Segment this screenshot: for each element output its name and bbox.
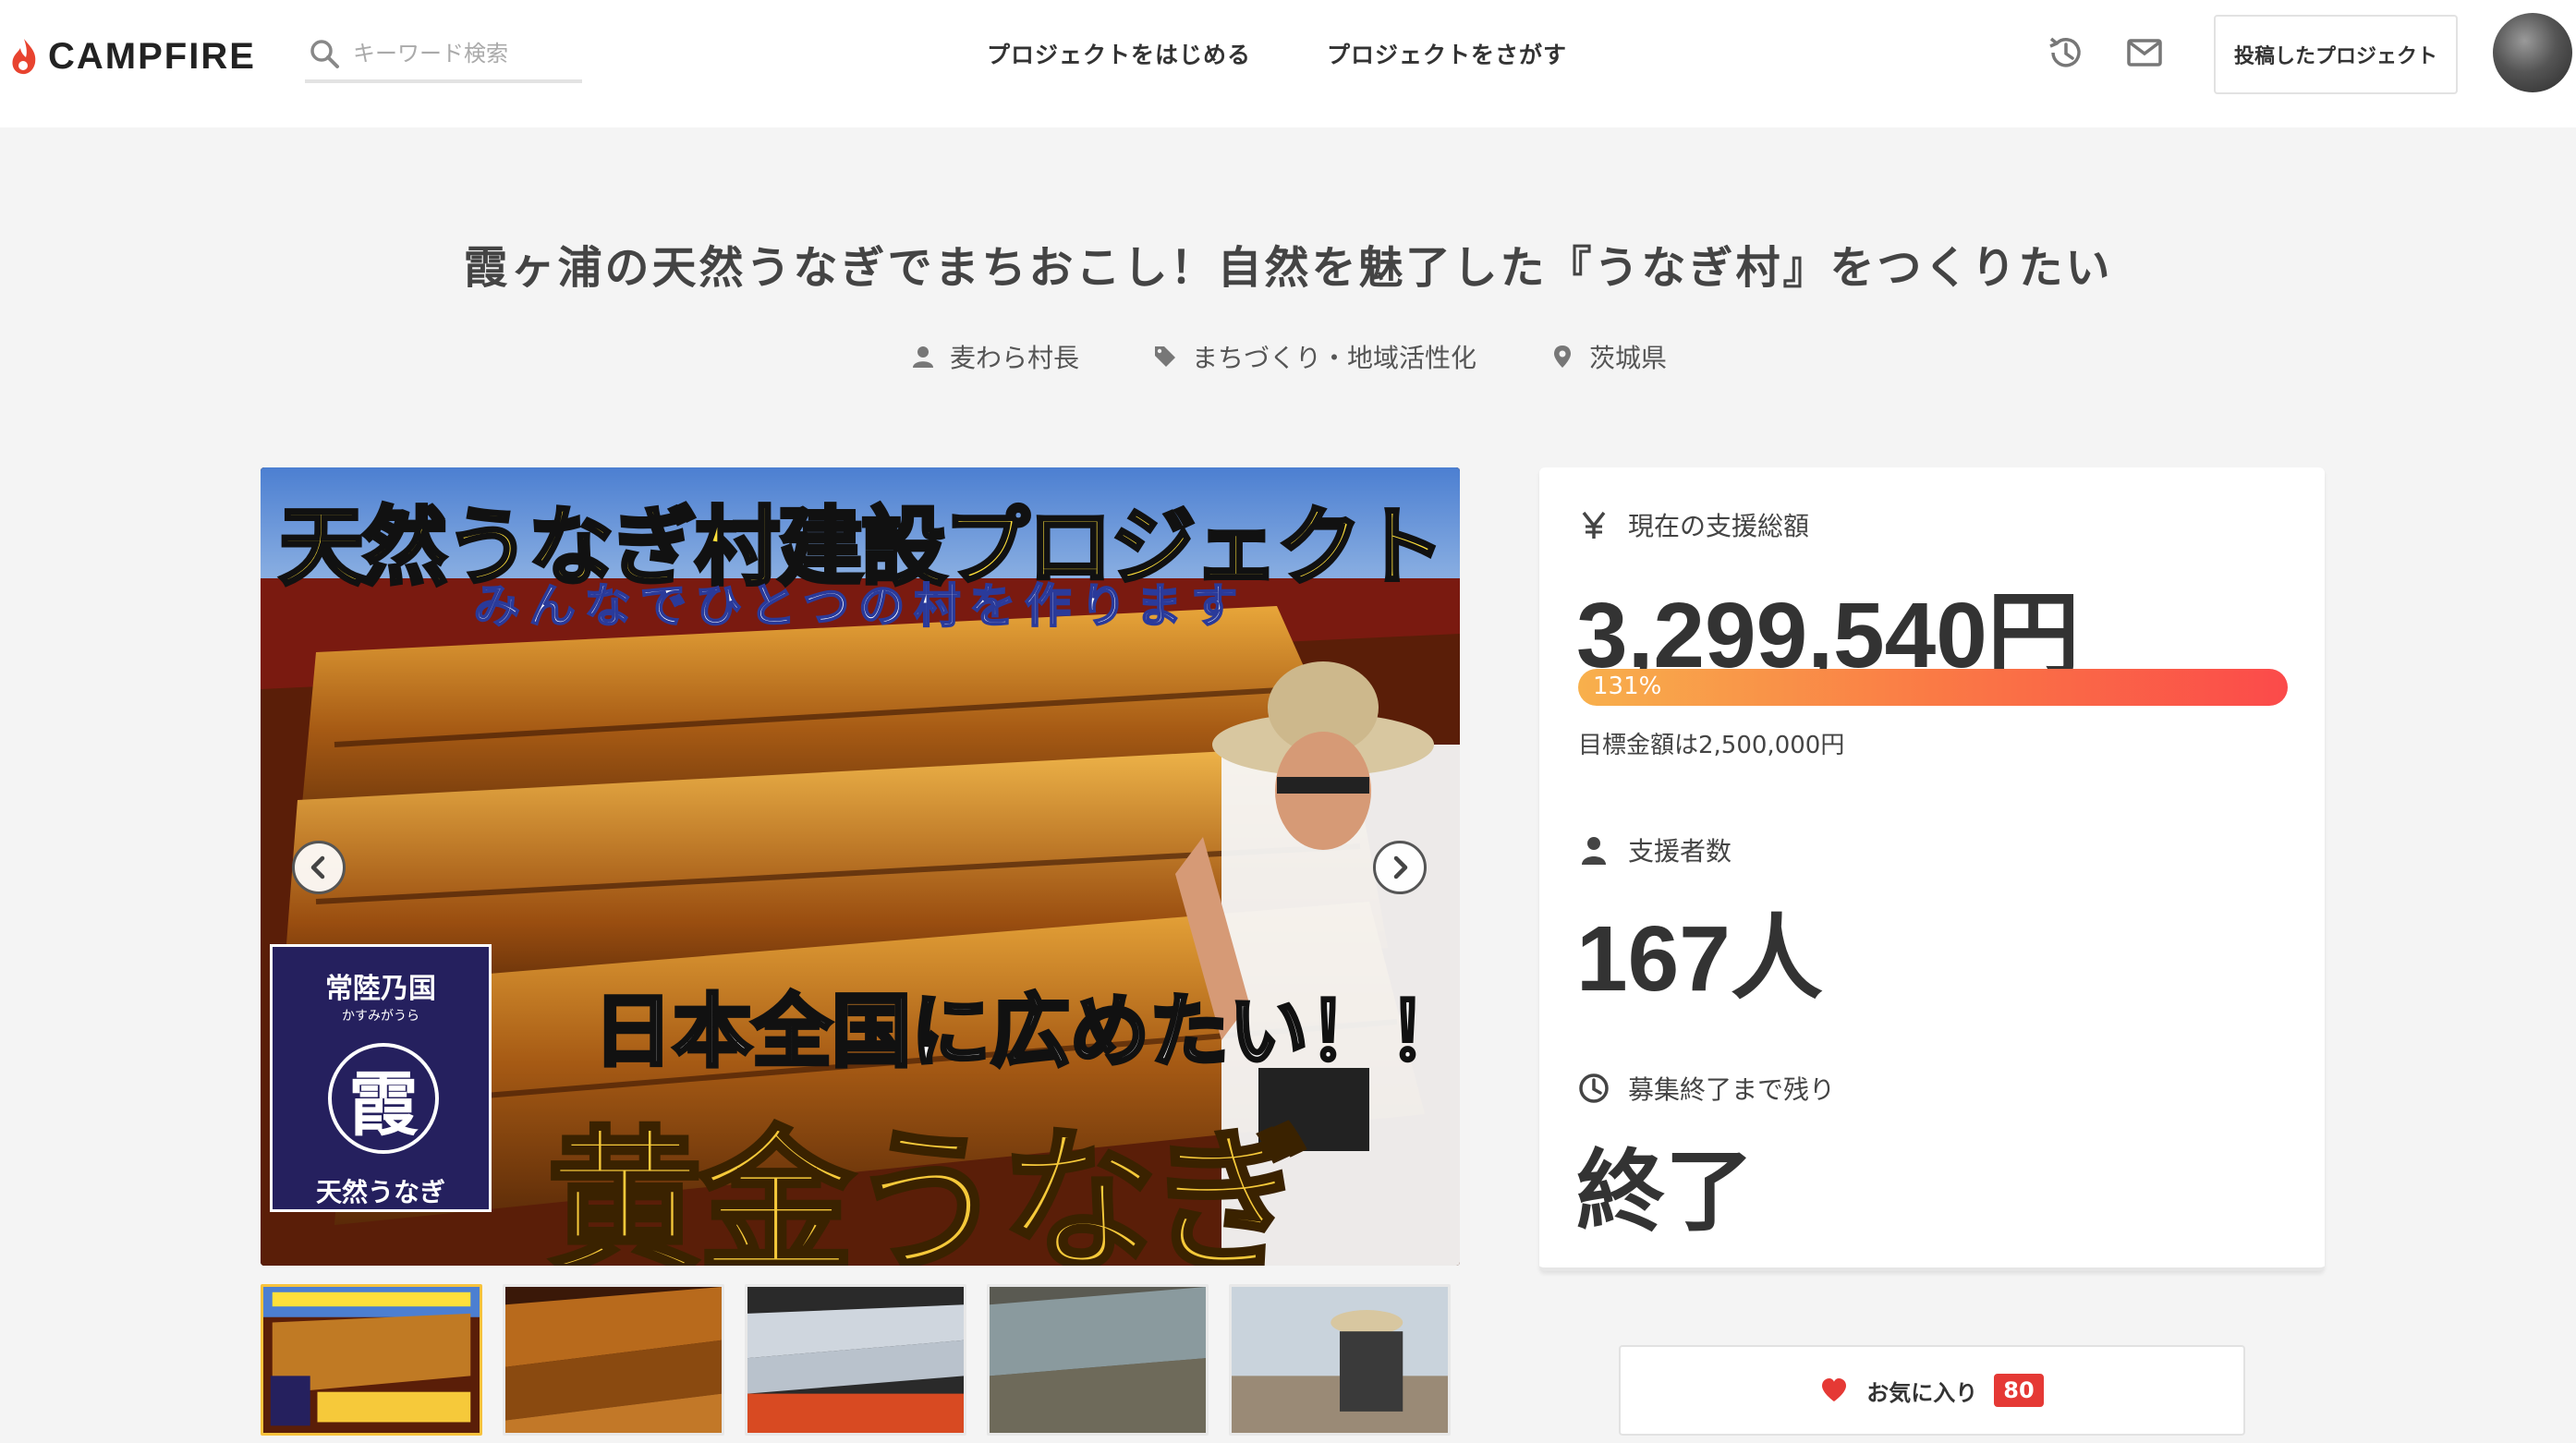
- backers-label: 支援者数: [1578, 831, 1732, 868]
- thumbnail-1[interactable]: [261, 1284, 482, 1436]
- location-pin-icon: [1554, 346, 1571, 368]
- search-icon: [310, 40, 339, 68]
- image-spread-text: 日本全国に広めたい！！: [591, 984, 1460, 1080]
- owner-name: 麦わら村長: [950, 343, 1080, 373]
- thumbnail-3-image: [747, 1287, 964, 1433]
- site-header: CAMPFIRE プロジェクトをはじめる プロジェクトをさがす 投稿したプロジェ…: [0, 0, 2576, 127]
- history-icon: [2049, 37, 2081, 67]
- thumbnail-3[interactable]: [745, 1284, 966, 1436]
- nav-start-project[interactable]: プロジェクトをはじめる: [987, 37, 1251, 70]
- badge-bottom-text: 天然うなぎ: [315, 1177, 445, 1207]
- thumbnail-5-image: [1232, 1287, 1448, 1433]
- thumbnail-2[interactable]: [503, 1284, 724, 1436]
- thumbnail-1-image: [263, 1287, 480, 1433]
- search-input[interactable]: [353, 41, 565, 67]
- funding-stats-card: 現在の支援総額 3,299,540円 131% 目標金額は2,500,000円 …: [1539, 467, 2325, 1271]
- messages-button[interactable]: [2121, 30, 2168, 76]
- thumbnail-4-image: [990, 1287, 1206, 1433]
- project-main-image[interactable]: 天然うなぎ村建設プロジェクト みんなでひとつの村を作ります 日本全国に広めたい！…: [261, 467, 1460, 1266]
- tag-icon: [1155, 346, 1175, 367]
- logo-text: CAMPFIRE: [48, 35, 256, 77]
- user-icon: [1582, 837, 1606, 865]
- funding-percent: 131%: [1593, 673, 1662, 700]
- my-projects-button[interactable]: 投稿したプロジェクト: [2214, 15, 2458, 94]
- campfire-logo[interactable]: CAMPFIRE: [9, 33, 256, 79]
- history-button[interactable]: [2042, 30, 2088, 76]
- project-owner[interactable]: 麦わら村長: [911, 338, 1079, 375]
- backers-label-text: 支援者数: [1628, 836, 1732, 867]
- thumbnail-2-image: [505, 1287, 722, 1433]
- carousel-prev-button[interactable]: [292, 841, 346, 894]
- carousel-next-button[interactable]: [1373, 841, 1427, 894]
- clock-icon: [1579, 1073, 1609, 1103]
- favorite-count-badge: 80: [1994, 1374, 2044, 1407]
- user-avatar[interactable]: [2493, 13, 2572, 92]
- image-gold-text: 黄金うなぎ: [545, 1110, 1311, 1267]
- chevron-left-icon: [310, 855, 325, 879]
- mail-icon: [2127, 39, 2162, 67]
- user-icon: [913, 346, 933, 368]
- thumbnail-4[interactable]: [987, 1284, 1209, 1436]
- project-title: 霞ヶ浦の天然うなぎでまちおこし！自然を魅了した『うなぎ村』をつくりたい: [463, 242, 2113, 294]
- badge-kanji: 霞: [328, 1043, 439, 1154]
- favorite-label: お気に入り: [1866, 1379, 1978, 1406]
- funding-label-text: 現在の支援総額: [1628, 511, 1810, 541]
- yen-icon: [1582, 511, 1606, 539]
- category-name: まちづくり・地域活性化: [1192, 343, 1477, 373]
- remaining-value: 終了: [1576, 1143, 1754, 1242]
- project-location[interactable]: 茨城県: [1550, 338, 1667, 375]
- heart-icon: [1822, 1378, 1847, 1401]
- badge-title: 常陸乃国: [325, 973, 436, 1005]
- search-box[interactable]: [305, 28, 582, 83]
- remaining-label-text: 募集終了まで残り: [1628, 1074, 1836, 1105]
- kasumigaura-badge: 常陸乃国 かすみがうら 霞 天然うなぎ: [270, 944, 492, 1212]
- favorite-button[interactable]: お気に入り 80: [1619, 1345, 2245, 1436]
- campfire-logo-icon: [12, 39, 36, 75]
- funding-progress-bar: 131%: [1578, 669, 2288, 706]
- remaining-label: 募集終了まで残り: [1578, 1070, 1835, 1107]
- badge-kana: かすみがうら: [342, 1009, 419, 1024]
- project-category[interactable]: まちづくり・地域活性化: [1153, 338, 1476, 375]
- funding-label: 現在の支援総額: [1578, 506, 1809, 543]
- thumbnail-5[interactable]: [1229, 1284, 1451, 1436]
- backers-count: 167人: [1576, 907, 1823, 1011]
- chevron-right-icon: [1393, 855, 1408, 879]
- funding-goal: 目標金額は2,500,000円: [1578, 732, 1845, 759]
- image-subheadline: みんなでひとつの村を作ります: [473, 578, 1247, 634]
- nav-find-project[interactable]: プロジェクトをさがす: [1327, 37, 1567, 70]
- location-name: 茨城県: [1589, 343, 1668, 373]
